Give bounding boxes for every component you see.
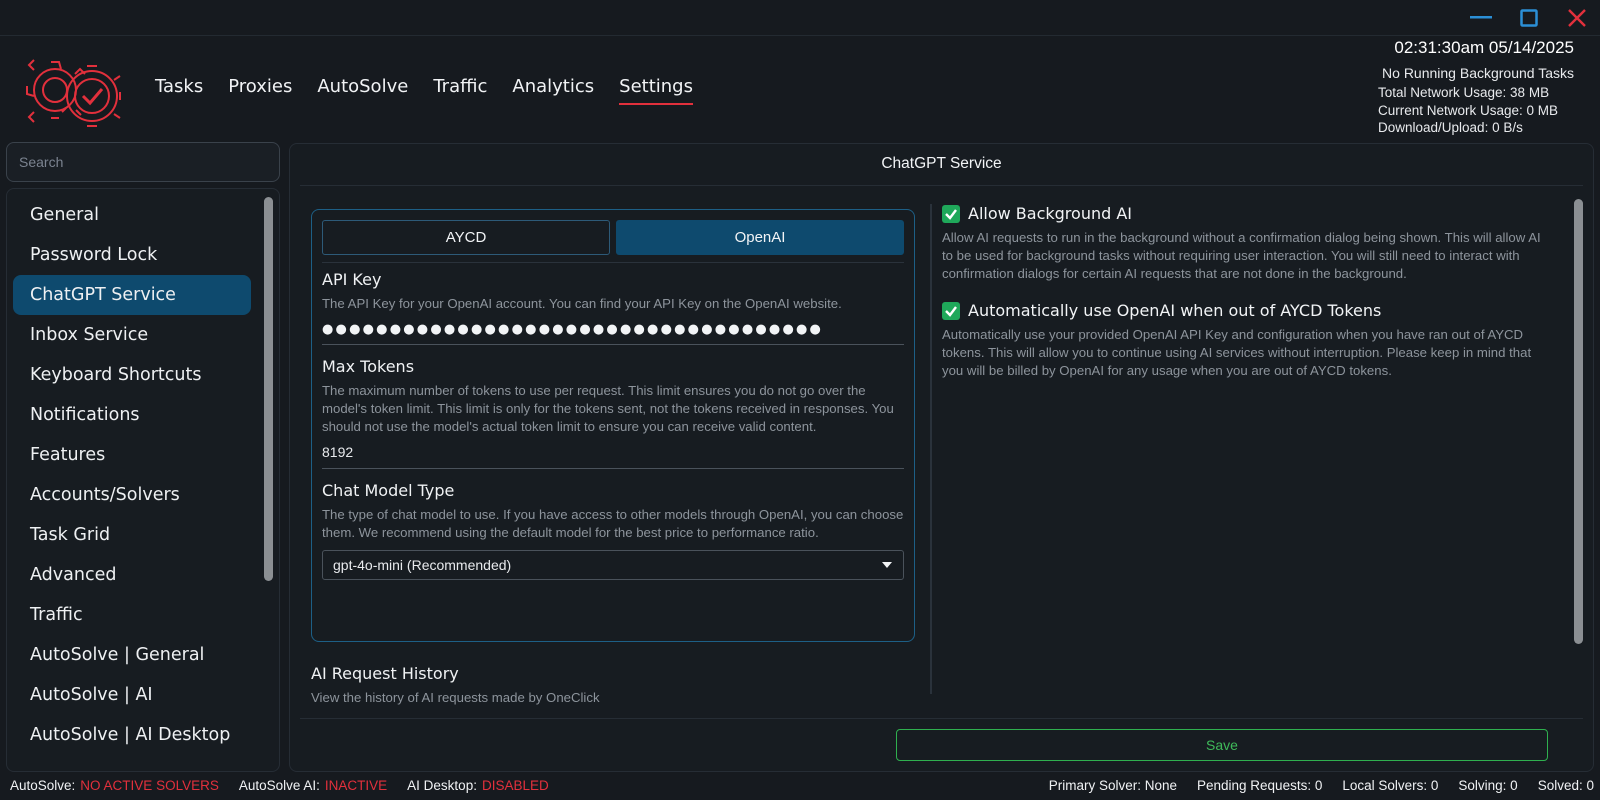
chat-model-label: Chat Model Type [322,481,455,500]
nav-tasks[interactable]: Tasks [155,76,203,105]
chat-model-selected: gpt-4o-mini (Recommended) [333,557,512,573]
nav-traffic[interactable]: Traffic [433,76,487,105]
pending-requests: Pending Requests: 0 [1197,778,1323,793]
auto-openai-checkbox[interactable] [942,301,960,320]
sidebar-item-advanced[interactable]: Advanced [13,555,251,595]
option-description: Allow AI requests to run in the backgrou… [942,230,1541,281]
chevron-down-icon [882,562,892,568]
download-upload: Download/Upload: 0 B/s [1378,120,1523,135]
openai-config-box: AYCD OpenAI API Key The API Key for your… [311,209,915,642]
option-label: Allow Background AI [968,204,1132,223]
sidebar-item-task-grid[interactable]: Task Grid [13,515,251,555]
status-bar: AutoSolve: NO ACTIVE SOLVERS AutoSolve AI… [10,778,1594,793]
max-tokens-input[interactable]: 8192 [322,444,904,469]
tab-aycd[interactable]: AYCD [322,220,610,255]
checkmark-icon [945,305,957,317]
solver-stats-group: Primary Solver: None Pending Requests: 0… [1049,778,1594,793]
openai-settings-column: AYCD OpenAI API Key The API Key for your… [311,209,915,707]
api-key-input[interactable]: ●●●●●●●●●●●●●●●●●●●●●●●●●●●●●●●●●●●●● [322,322,904,345]
option-label: Automatically use OpenAI when out of AYC… [968,301,1382,320]
page-title: ChatGPT Service [300,144,1583,186]
option-description: Automatically use your provided OpenAI A… [942,327,1532,378]
network-stats: Total Network Usage: 38 MB Current Netwo… [1378,84,1574,137]
current-network-usage: Current Network Usage: 0 MB [1378,102,1559,118]
sidebar-item-autosolve-ai-desktop[interactable]: AutoSolve | AI Desktop [13,715,251,755]
local-solvers: Local Solvers: 0 [1342,778,1439,793]
solved-count: Solved: 0 [1537,778,1594,793]
ai-desktop-status: AI Desktop: DISABLED [407,778,549,793]
provider-toggle: AYCD OpenAI [322,220,904,255]
checkmark-icon [945,208,957,220]
solving-count: Solving: 0 [1458,778,1518,793]
allow-background-ai-checkbox[interactable] [942,204,960,223]
autosolve-ai-status: AutoSolve AI: INACTIVE [238,778,388,793]
sidebar-item-traffic[interactable]: Traffic [13,595,251,635]
api-key-field: API Key The API Key for your OpenAI acco… [322,262,904,345]
nav-proxies[interactable]: Proxies [228,76,292,105]
sidebar-item-autosolve-ai[interactable]: AutoSolve | AI [13,675,251,715]
app-logo [22,52,128,140]
sidebar-item-autosolve-general[interactable]: AutoSolve | General [13,635,251,675]
close-icon[interactable] [1564,6,1590,30]
header-divider [0,35,1600,36]
chat-model-select[interactable]: gpt-4o-mini (Recommended) [322,550,904,580]
solver-status-group: AutoSolve: NO ACTIVE SOLVERS AutoSolve AI… [10,778,549,793]
options-scrollbar[interactable] [1574,199,1583,644]
ai-request-history[interactable]: AI Request History View the history of A… [311,664,915,707]
search-input[interactable] [6,142,280,182]
settings-panel: ChatGPT Service AYCD OpenAI API Key The … [289,143,1594,772]
sidebar-item-features[interactable]: Features [13,435,251,475]
primary-solver: Primary Solver: None [1048,778,1177,793]
total-network-usage: Total Network Usage: 38 MB [1378,85,1550,100]
autosolve-status-value: NO ACTIVE SOLVERS [80,778,219,793]
header-status: 02:31:30am 05/14/2025 No Running Backgro… [1378,38,1574,137]
clock: 02:31:30am 05/14/2025 [1394,38,1574,57]
tab-openai[interactable]: OpenAI [616,220,904,255]
minimize-icon[interactable] [1468,6,1494,30]
column-divider [930,204,932,694]
save-button[interactable]: Save [896,729,1548,761]
autosolve-status: AutoSolve: NO ACTIVE SOLVERS [10,778,219,793]
sidebar-item-accounts-solvers[interactable]: Accounts/Solvers [13,475,251,515]
nav-autosolve[interactable]: AutoSolve [317,76,408,105]
api-key-description: The API Key for your OpenAI account. You… [322,296,842,311]
chat-model-description: The type of chat model to use. If you ha… [322,507,904,540]
ai-options-column: Allow Background AI Allow AI requests to… [942,204,1552,398]
settings-sidebar: General Password Lock ChatGPT Service In… [6,188,280,772]
sidebar-item-inbox-service[interactable]: Inbox Service [13,315,251,355]
sidebar-item-general[interactable]: General [13,195,251,235]
nav-settings[interactable]: Settings [619,76,693,105]
sidebar-item-chatgpt-service[interactable]: ChatGPT Service [13,275,251,315]
ai-desktop-status-value: DISABLED [481,778,549,793]
max-tokens-label: Max Tokens [322,357,415,376]
sidebar-item-password-lock[interactable]: Password Lock [13,235,251,275]
api-key-label: API Key [322,270,382,289]
maximize-icon[interactable] [1516,6,1542,30]
sidebar-item-notifications[interactable]: Notifications [13,395,251,435]
sidebar-scrollbar[interactable] [264,197,273,581]
window-controls [1468,6,1590,30]
background-tasks-status: No Running Background Tasks [1382,65,1574,81]
nav-analytics[interactable]: Analytics [512,76,594,105]
option-allow-background-ai: Allow Background AI Allow AI requests to… [942,204,1552,283]
max-tokens-description: The maximum number of tokens to use per … [322,383,894,434]
autosolve-ai-status-value: INACTIVE [324,778,388,793]
main-nav: Tasks Proxies AutoSolve Traffic Analytic… [155,76,693,105]
chat-model-field: Chat Model Type The type of chat model t… [322,481,904,580]
history-label: AI Request History [311,664,459,683]
option-auto-openai: Automatically use OpenAI when out of AYC… [942,301,1552,380]
sidebar-item-keyboard-shortcuts[interactable]: Keyboard Shortcuts [13,355,251,395]
max-tokens-field: Max Tokens The maximum number of tokens … [322,357,904,469]
save-divider [300,718,1583,719]
history-description: View the history of AI requests made by … [311,690,600,705]
